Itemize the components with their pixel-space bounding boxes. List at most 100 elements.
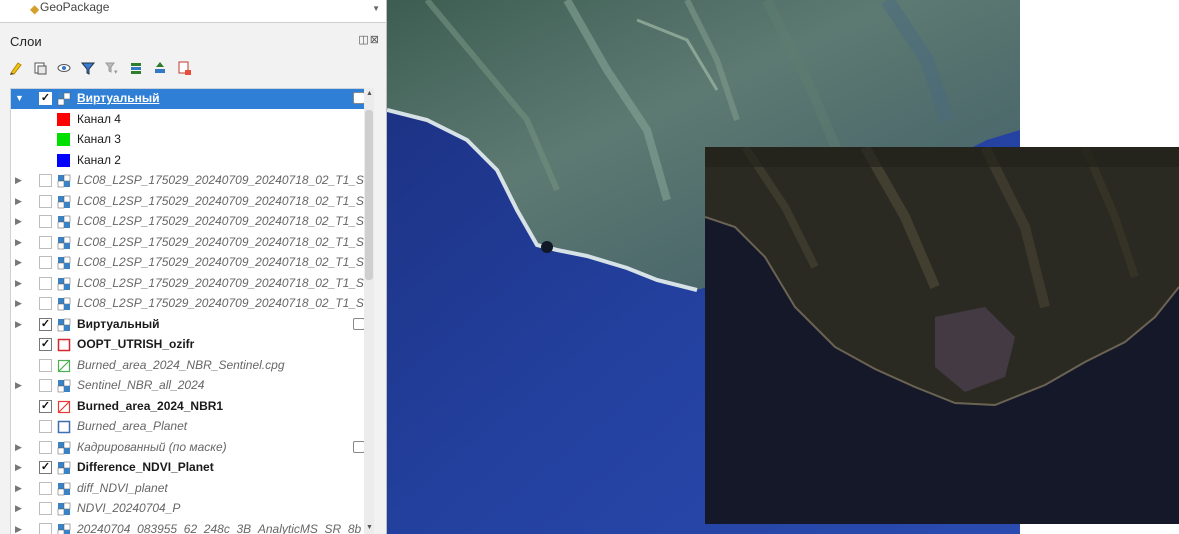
layer-tree[interactable]: ▼ ✓ Виртуальный Канал 4 Канал 3 Канал 2 ▶ LC08_… (10, 88, 374, 534)
expand-arrow-icon[interactable]: ▶ (15, 237, 22, 248)
layer-label: OOPT_UTRISH_ozifr (77, 337, 195, 351)
layer-item[interactable]: ▶ ✓ Difference_NDVI_Planet (11, 458, 373, 478)
layer-label: diff_NDVI_planet (77, 480, 168, 495)
layers-panel: ◆ GeoPackage ▼ Слои ◫⊠ ▾ ▼ ✓ Виртуальный… (0, 0, 387, 534)
layer-item[interactable]: ▶ Sentinel_NBR_all_2024 (11, 376, 373, 396)
layer-visibility-checkbox[interactable] (39, 256, 52, 269)
layer-visibility-checkbox[interactable] (39, 502, 52, 515)
layer-band-item[interactable]: Канал 3 (11, 130, 373, 150)
scroll-down-arrow-icon[interactable]: ▼ (366, 524, 373, 531)
layer-visibility-checkbox[interactable]: ✓ (39, 461, 52, 474)
layer-visibility-checkbox[interactable] (39, 194, 52, 208)
layer-item[interactable]: Burned_area_Planet (11, 417, 373, 437)
expand-arrow-icon[interactable]: ▶ (15, 257, 22, 268)
polygon-layer-icon (57, 338, 71, 352)
expand-arrow-icon[interactable]: ▶ (15, 298, 22, 309)
expand-arrow-icon[interactable]: ▶ (15, 216, 22, 227)
expand-arrow-icon[interactable]: ▼ (15, 93, 24, 103)
add-group-icon[interactable] (30, 58, 50, 78)
raster-layer-icon (57, 502, 71, 516)
layer-item[interactable]: ▶ LC08_L2SP_175029_20240709_20240718_02_T… (11, 192, 373, 212)
expand-arrow-icon[interactable]: ▶ (15, 483, 22, 494)
layer-visibility-checkbox[interactable]: ✓ (39, 399, 52, 413)
layer-item[interactable]: ▶ LC08_L2SP_175029_20240709_20240718_02_T… (11, 171, 373, 191)
browser-panel-strip: ◆ GeoPackage ▼ (0, 0, 386, 23)
band-color-swatch (57, 112, 70, 126)
layer-visibility-checkbox[interactable] (39, 297, 52, 310)
layer-band-item[interactable]: Канал 2 (11, 151, 373, 171)
scrollbar-thumb[interactable] (365, 110, 373, 280)
panel-float-close-icons[interactable]: ◫⊠ (358, 33, 380, 46)
expand-arrow-icon[interactable]: ▶ (15, 196, 22, 207)
panel-header: Слои ◫⊠ (0, 30, 386, 50)
layer-visibility-checkbox[interactable] (39, 481, 52, 495)
layer-label: Виртуальный (77, 316, 160, 331)
expand-arrow-icon[interactable]: ▶ (15, 319, 22, 330)
style-manager-icon[interactable] (6, 58, 26, 78)
raster-layer-icon (57, 256, 71, 270)
expand-arrow-icon[interactable]: ▶ (15, 462, 22, 473)
layer-visibility-checkbox[interactable] (39, 522, 52, 534)
filter-icon[interactable] (78, 58, 98, 78)
visibility-eye-icon[interactable] (54, 58, 74, 78)
expand-arrow-icon[interactable]: ▶ (15, 175, 22, 186)
layer-visibility-checkbox[interactable] (39, 440, 52, 454)
layer-visibility-checkbox[interactable] (39, 420, 52, 433)
expand-arrow-icon[interactable]: ▶ (15, 278, 22, 289)
raster-layer-icon (57, 236, 71, 250)
expand-arrow-icon[interactable]: ▶ (15, 524, 22, 534)
scroll-up-arrow-icon[interactable]: ▲ (366, 90, 373, 97)
layer-label: LC08_L2SP_175029_20240709_20240718_02_T1… (77, 255, 374, 269)
inset-image-svg (705, 147, 1179, 524)
layer-item[interactable]: ▶ LC08_L2SP_175029_20240709_20240718_02_T… (11, 212, 373, 232)
raster-layer-icon (57, 441, 71, 455)
raster-layer-icon (57, 523, 71, 534)
layer-item[interactable]: ▶ LC08_L2SP_175029_20240709_20240718_02_T… (11, 253, 373, 273)
layer-item[interactable]: ▶ diff_NDVI_planet (11, 479, 373, 499)
layer-label: LC08_L2SP_175029_20240709_20240718_02_T1… (77, 275, 374, 290)
layer-label: LC08_L2SP_175029_20240709_20240718_02_T1… (77, 296, 374, 310)
layer-item[interactable]: ▶ LC08_L2SP_175029_20240709_20240718_02_T… (11, 294, 373, 314)
layer-item[interactable]: ▶ LC08_L2SP_175029_20240709_20240718_02_T… (11, 233, 373, 253)
layer-visibility-checkbox[interactable]: ✓ (39, 92, 52, 105)
raster-layer-icon (57, 482, 71, 496)
layer-item[interactable]: ▼ ✓ Виртуальный (11, 89, 373, 109)
browser-item-geopackage[interactable]: GeoPackage (40, 0, 109, 14)
collapse-all-icon[interactable] (150, 58, 170, 78)
layer-label: Difference_NDVI_Planet (77, 460, 214, 474)
layer-visibility-checkbox[interactable] (39, 235, 52, 249)
expand-all-icon[interactable] (126, 58, 146, 78)
layer-visibility-checkbox[interactable] (39, 358, 52, 372)
layer-item[interactable]: ▶ 20240704_083955_62_248c_3B_AnalyticMS_S… (11, 520, 373, 534)
remove-layer-icon[interactable] (174, 58, 194, 78)
raster-layer-icon (57, 297, 71, 311)
scroll-down-arrow-icon[interactable]: ▼ (372, 4, 380, 13)
filter-expression-icon[interactable]: ▾ (102, 58, 122, 78)
layer-item[interactable]: ▶ ✓ Виртуальный (11, 315, 373, 335)
layer-visibility-checkbox[interactable] (39, 215, 52, 228)
expand-arrow-icon[interactable]: ▶ (15, 380, 22, 391)
raster-layer-icon (57, 195, 71, 209)
raster-layer-icon (57, 461, 71, 475)
layer-visibility-checkbox[interactable] (39, 379, 52, 392)
layer-item[interactable]: ▶ Кадрированный (по маске) (11, 438, 373, 458)
layer-visibility-checkbox[interactable] (39, 174, 52, 187)
layer-visibility-checkbox[interactable] (39, 276, 52, 290)
layer-label: Кадрированный (по маске) (77, 439, 227, 454)
layer-item[interactable]: ✓ Burned_area_2024_NBR1 (11, 397, 373, 417)
expand-arrow-icon[interactable]: ▶ (15, 503, 22, 514)
layer-item[interactable]: ▶ LC08_L2SP_175029_20240709_20240718_02_T… (11, 274, 373, 294)
layer-band-item[interactable]: Канал 4 (11, 110, 373, 130)
layer-item[interactable]: Burned_area_2024_NBR_Sentinel.cpg (11, 356, 373, 376)
expand-arrow-icon[interactable]: ▶ (15, 442, 22, 453)
layer-label: Канал 4 (77, 111, 121, 126)
layer-item[interactable]: ✓ OOPT_UTRISH_ozifr (11, 335, 373, 355)
svg-text:▾: ▾ (114, 69, 118, 76)
layer-visibility-checkbox[interactable]: ✓ (39, 317, 52, 331)
panel-title: Слои (10, 34, 42, 49)
raster-layer-icon (57, 318, 71, 332)
layer-label: LC08_L2SP_175029_20240709_20240718_02_T1… (77, 193, 374, 208)
geopackage-icon: ◆ (30, 2, 40, 16)
layer-item[interactable]: ▶ NDVI_20240704_P (11, 499, 373, 519)
layer-visibility-checkbox[interactable]: ✓ (39, 338, 52, 351)
